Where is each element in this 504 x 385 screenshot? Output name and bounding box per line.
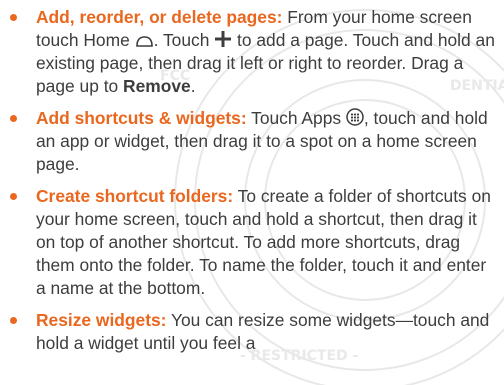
- bullet-add-reorder-delete-pages: Add, reorder, or delete pages: From your…: [0, 6, 496, 98]
- bullet-text: Touch Apps: [246, 108, 346, 128]
- bullet-title: Add shortcuts & widgets:: [36, 108, 247, 128]
- home-icon: [135, 34, 154, 48]
- remove-label: Remove: [123, 76, 191, 96]
- bullet-resize-widgets: Resize widgets: You can resize some widg…: [0, 309, 496, 355]
- bullet-title: Resize widgets:: [36, 310, 167, 330]
- plus-icon: [214, 30, 232, 48]
- bullet-text: . Touch: [153, 30, 215, 50]
- bullet-create-shortcut-folders: Create shortcut folders: To create a fol…: [0, 185, 496, 300]
- bullet-text: .: [190, 76, 196, 96]
- bullet-dot: [10, 115, 17, 122]
- apps-icon: [346, 108, 364, 126]
- bullet-dot: [10, 317, 17, 324]
- bullet-dot: [10, 14, 17, 21]
- bullet-add-shortcuts-widgets: Add shortcuts & widgets: Touch Apps , to…: [0, 107, 496, 176]
- bullet-title: Add, reorder, or delete pages:: [36, 7, 283, 27]
- bullet-dot: [10, 193, 17, 200]
- bullet-list: Add, reorder, or delete pages: From your…: [0, 6, 496, 364]
- bullet-title: Create shortcut folders:: [36, 186, 234, 206]
